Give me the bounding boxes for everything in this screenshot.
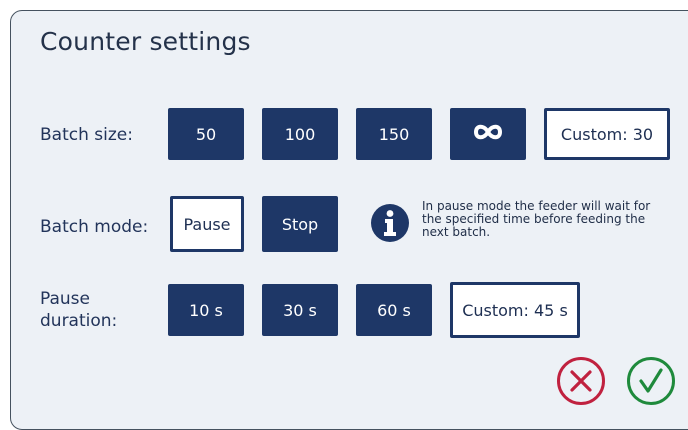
batch-mode-stop-button[interactable]: Stop [262, 196, 338, 252]
pause-duration-10s-label: 10 s [189, 300, 223, 320]
batch-mode-pause-label: Pause [183, 214, 231, 234]
pause-duration-60s-label: 60 s [377, 300, 411, 320]
cancel-button[interactable] [556, 356, 606, 410]
batch-size-150-label: 150 [378, 124, 410, 144]
batch-mode-label: Batch mode: [40, 217, 149, 237]
pause-duration-10s-button[interactable]: 10 s [168, 284, 244, 336]
batch-size-custom-button[interactable]: Custom: 30 [544, 108, 670, 160]
batch-size-custom-label: Custom: 30 [560, 124, 654, 144]
pause-duration-label-line2: duration: [40, 311, 118, 331]
batch-size-150-button[interactable]: 150 [356, 108, 432, 160]
batch-mode-stop-label: Stop [281, 214, 319, 234]
batch-size-label: Batch size: [40, 125, 133, 145]
batch-size-infinite-button[interactable] [450, 108, 526, 160]
batch-mode-pause-button[interactable]: Pause [170, 196, 244, 252]
batch-size-50-button[interactable]: 50 [168, 108, 244, 160]
infinity-icon [470, 122, 506, 146]
pause-duration-30s-label: 30 s [283, 300, 317, 320]
batch-size-100-button[interactable]: 100 [262, 108, 338, 160]
batch-mode-info-text: In pause mode the feeder will wait for t… [422, 199, 651, 239]
pause-duration-custom-label: Custom: 45 s [462, 300, 568, 320]
batch-size-50-label: 50 [195, 124, 217, 144]
confirm-icon [626, 356, 676, 410]
batch-size-100-label: 100 [284, 124, 316, 144]
pause-duration-60s-button[interactable]: 60 s [356, 284, 432, 336]
page-title: Counter settings [40, 27, 251, 56]
pause-duration-label: Pause duration: [40, 288, 117, 332]
pause-duration-30s-button[interactable]: 30 s [262, 284, 338, 336]
pause-duration-custom-button[interactable]: Custom: 45 s [450, 282, 580, 338]
cancel-icon [556, 356, 606, 410]
confirm-button[interactable] [626, 356, 676, 410]
pause-duration-label-line1: Pause [40, 289, 90, 309]
info-icon [370, 203, 410, 243]
